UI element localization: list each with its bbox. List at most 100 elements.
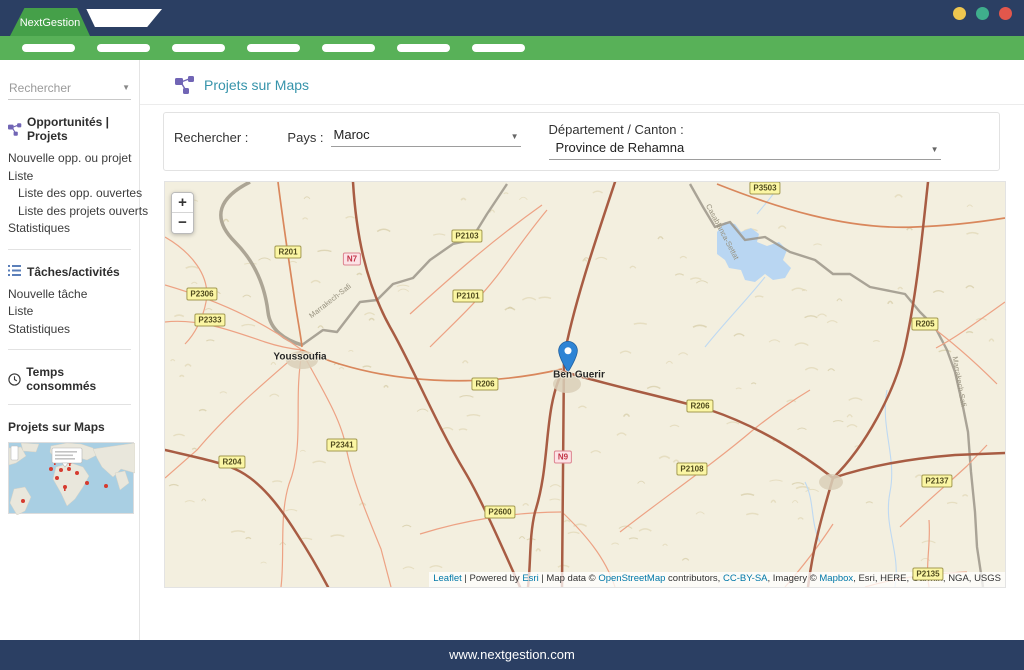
page-header: Projets sur Maps [140,60,1024,104]
footer: www.nextgestion.com [0,640,1024,670]
region-label: Casablanca-Settat [704,202,741,261]
road-badge-p2306: P2306 [186,288,217,301]
sidebar-sections: Opportunités | Projets Nouvelle opp. ou p… [8,115,131,434]
road-badge-p2101: P2101 [452,290,483,303]
sidebar-section-title: Temps consommés [26,365,131,393]
footer-url[interactable]: www.nextgestion.com [449,647,575,662]
sidebar-item[interactable]: Nouvelle opp. ou projet [8,150,131,168]
sidebar-section-title: Projets sur Maps [8,420,105,434]
sidebar-section-opportunites: Opportunités | Projets Nouvelle opp. ou p… [8,115,131,238]
sidebar-divider [8,404,131,405]
attribution-text: , Imagery © [768,573,820,584]
nav-pill-4[interactable] [247,44,300,52]
country-select-value: Maroc [334,127,370,142]
department-select[interactable]: Province de Rehamna ▼ [549,140,941,160]
nav-pill-5[interactable] [322,44,375,52]
sidebar-section-maps: Projets sur Maps [8,420,131,434]
country-filter-label: Pays : [287,130,323,145]
attribution-text: | Map data © [539,573,599,584]
road-badge-r206: R206 [471,378,498,391]
road-badge-r206: R206 [686,400,713,413]
attribution-text: | Powered by [462,573,523,584]
sidebar-item[interactable]: Statistiques [8,321,131,339]
sidebar-section-temps: Temps consommés [8,365,131,393]
road-badge-p3503: P3503 [749,182,780,195]
attribution-link[interactable]: CC-BY-SA [723,573,768,584]
sidebar-item-temps[interactable]: Temps consommés [8,365,131,393]
window-buttons [953,7,1012,20]
sitemap-icon [175,76,195,94]
chevron-down-icon: ▼ [511,132,519,141]
leaflet-map[interactable]: + − Leaflet | Powered by Esri | Map data… [165,182,1005,587]
map-marker-pin[interactable] [557,341,579,373]
sidebar-item[interactable]: Liste des projets ouverts [8,203,131,221]
chevron-down-icon: ▼ [931,145,939,154]
sidebar-section-taches: Tâches/activités Nouvelle tâcheListeStati… [8,265,131,339]
nav-pill-1[interactable] [22,44,75,52]
decorative-slant [84,9,162,27]
sidebar-section-title: Tâches/activités [27,265,120,279]
road-badge-p2341: P2341 [326,439,357,452]
sidebar-item[interactable]: Liste [8,303,131,321]
attribution-link[interactable]: Esri [522,573,538,584]
sitemap-icon [8,123,22,136]
list-icon [8,265,22,278]
window-button-green[interactable] [976,7,989,20]
zoom-in-button[interactable]: + [172,193,193,213]
sidebar-item-maps[interactable]: Projets sur Maps [8,420,131,434]
nav-pill-7[interactable] [472,44,525,52]
clock-icon [8,373,21,386]
nav-pill-3[interactable] [172,44,225,52]
sidebar-divider [8,249,131,250]
sidebar-item[interactable]: Liste des opp. ouvertes [8,185,131,203]
nav-pill-2[interactable] [97,44,150,52]
window-button-red[interactable] [999,7,1012,20]
page-title: Projets sur Maps [204,77,309,93]
window-button-yellow[interactable] [953,7,966,20]
department-select-value: Province de Rehamna [556,140,685,155]
chevron-down-icon[interactable]: ▼ [122,83,130,92]
road-badge-r204: R204 [218,456,245,469]
road-badge-r201: R201 [274,246,301,259]
town-label-youssoufia: Youssoufia [273,352,326,363]
attribution-link[interactable]: OpenStreetMap [598,573,665,584]
attribution-link[interactable]: Mapbox [819,573,853,584]
search-filter-label: Rechercher : [174,130,248,145]
sidebar-item[interactable]: Nouvelle tâche [8,286,131,304]
region-label: Marrakech-Safi [307,282,353,320]
town-label-ben-guerir: Ben Guerir [553,370,605,381]
sidebar-item-opportunites[interactable]: Opportunités | Projets [8,115,131,143]
map-overlay: + − Leaflet | Powered by Esri | Map data… [165,182,1005,587]
search-input[interactable] [8,79,131,99]
sidebar-search: ▼ [8,79,131,100]
brand-logo[interactable]: NextGestion [10,8,90,36]
sidebar-item-taches[interactable]: Tâches/activités [8,265,131,279]
attribution-text: contributors, [665,573,723,584]
sidebar-item[interactable]: Statistiques [8,220,131,238]
country-select[interactable]: Maroc ▼ [331,127,521,147]
thumbnail-world-map [9,443,135,515]
road-badge-p2103: P2103 [451,230,482,243]
road-badge-p2108: P2108 [676,463,707,476]
sidebar-item[interactable]: Liste [8,168,131,186]
main-navbar [0,36,1024,60]
attribution-link[interactable]: Leaflet [433,573,462,584]
road-badge-n9: N9 [554,451,572,464]
nav-pill-6[interactable] [397,44,450,52]
main-content: Projets sur Maps Rechercher : Pays : Mar… [140,60,1024,640]
zoom-out-button[interactable]: − [172,213,193,233]
sidebar-divider [8,349,131,350]
road-badge-p2600: P2600 [484,506,515,519]
zoom-control: + − [171,192,194,234]
sidebar-section-title: Opportunités | Projets [27,115,131,143]
projects-map-thumbnail[interactable] [8,442,134,514]
road-badge-p2137: P2137 [921,475,952,488]
sidebar: ▼ Opportunités | Projets Nouvelle opp. ou… [0,60,140,640]
header-divider [140,104,1024,105]
road-badge-p2333: P2333 [194,314,225,327]
road-badge-p2135: P2135 [912,568,943,581]
filter-bar: Rechercher : Pays : Maroc ▼ Département … [163,112,1000,171]
road-badge-r205: R205 [911,318,938,331]
top-bar: NextGestion [0,0,1024,36]
department-filter-label: Département / Canton : [549,122,941,137]
